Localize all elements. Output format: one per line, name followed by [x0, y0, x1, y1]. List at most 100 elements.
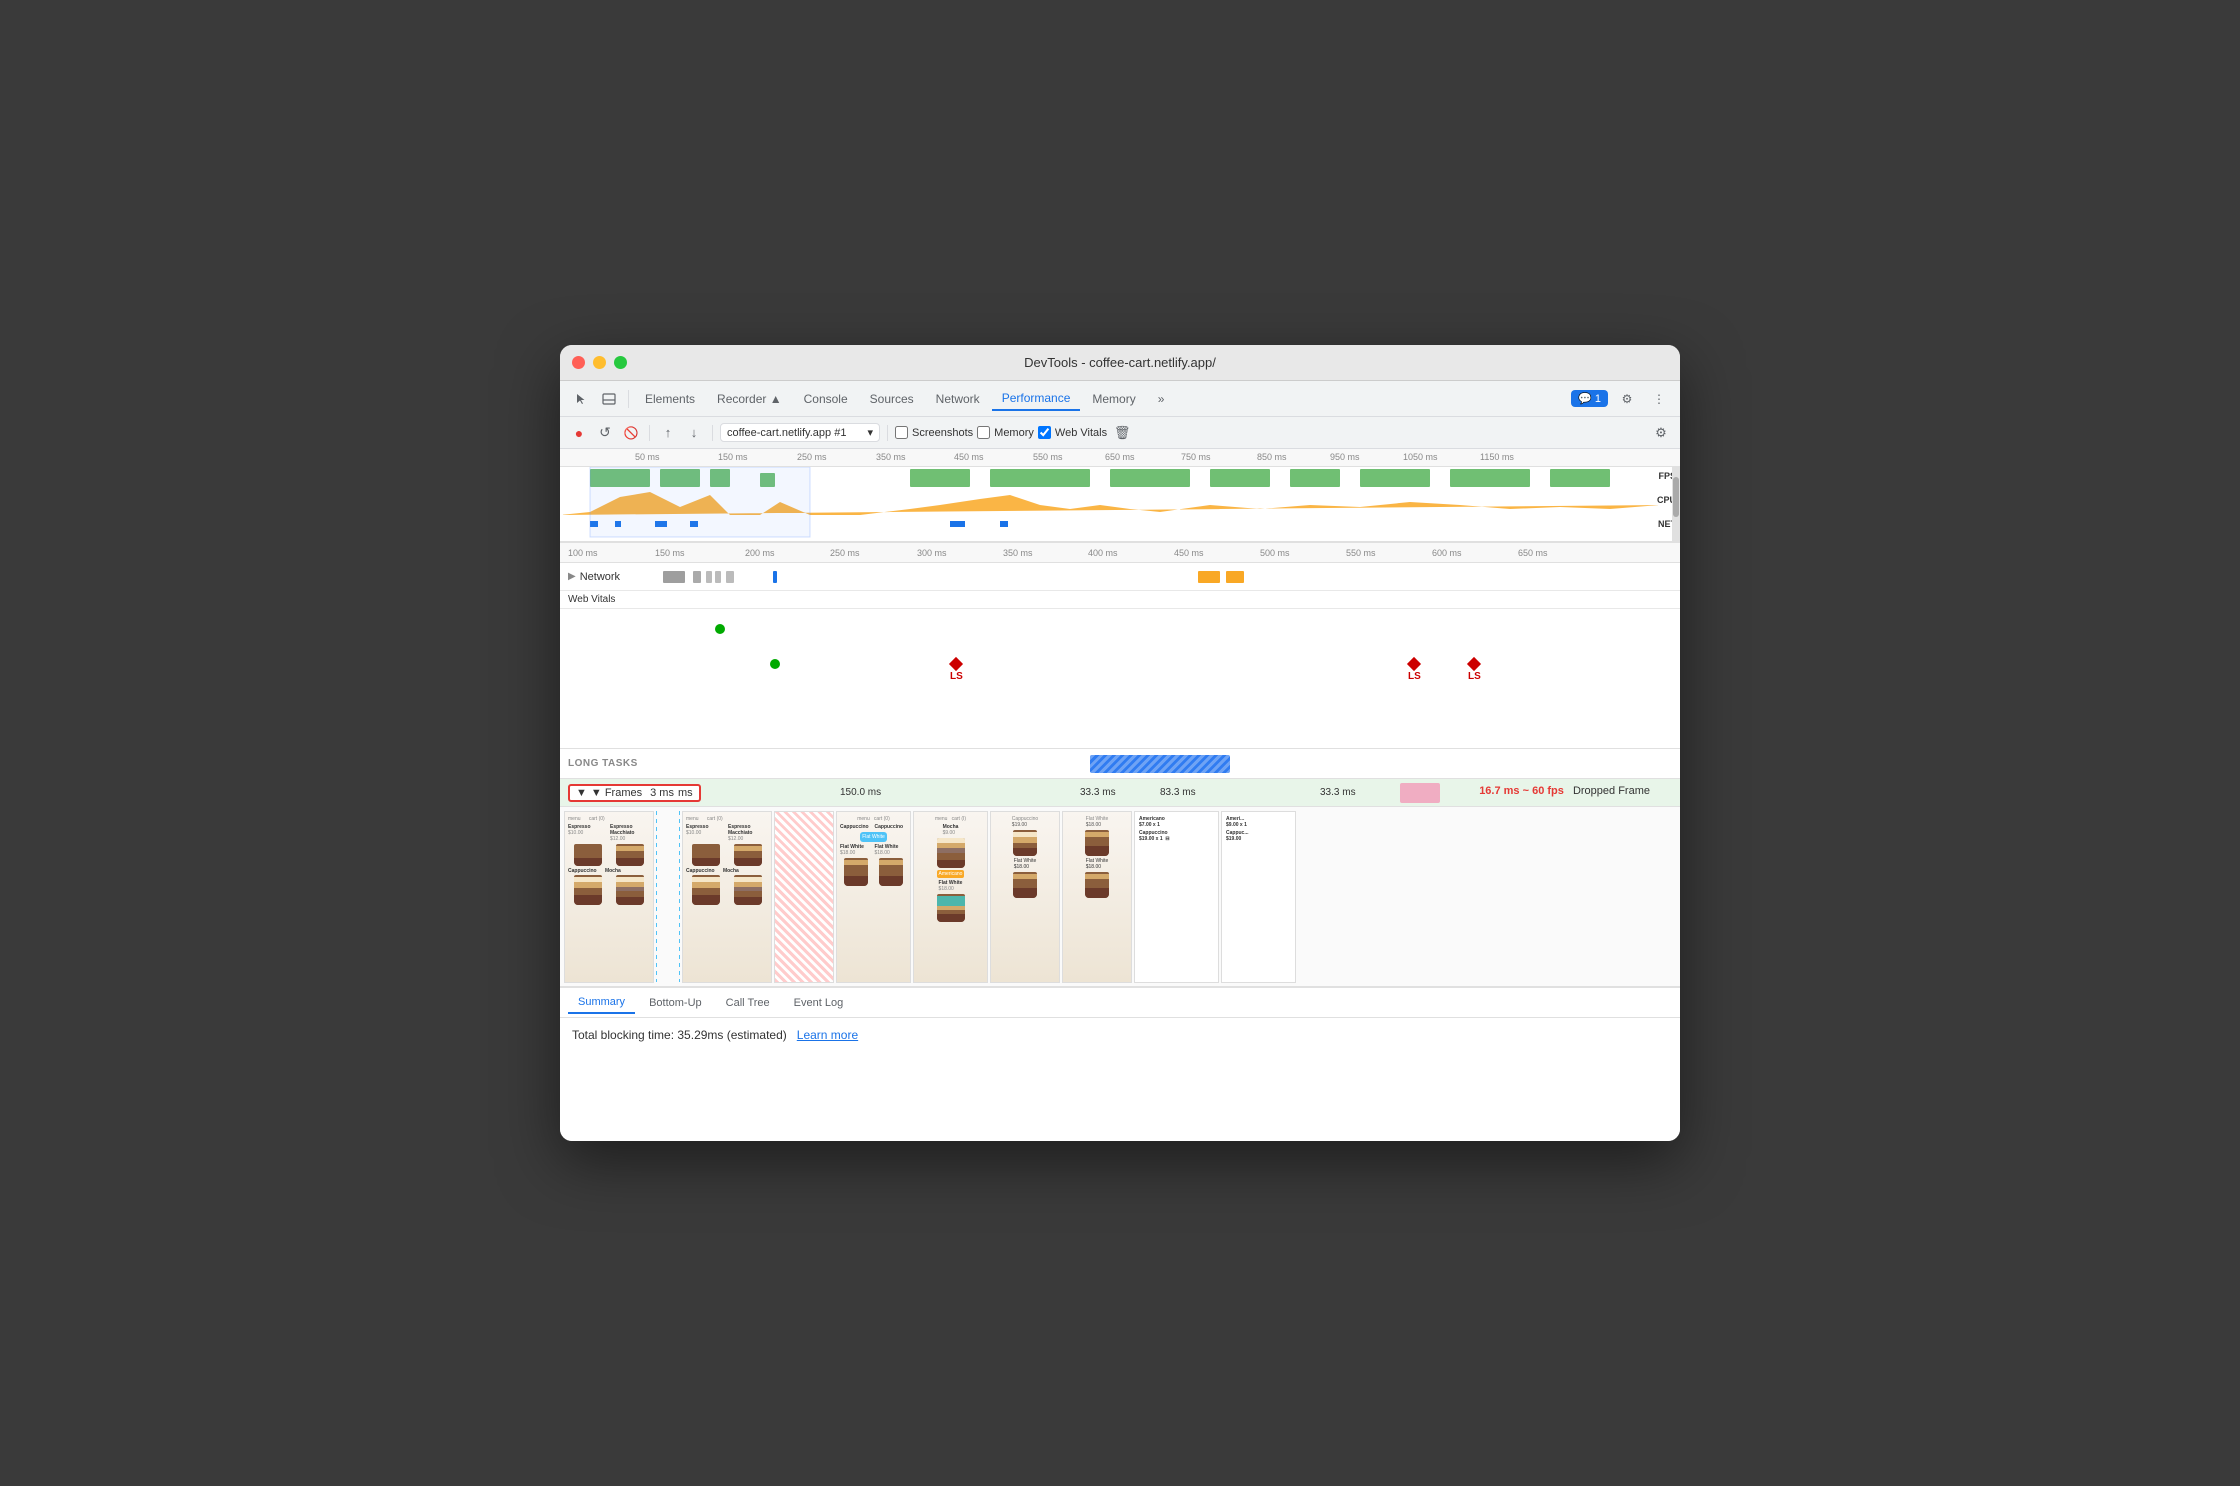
performance-toolbar: ● ↺ 🚫 ↑ ↓ coffee-cart.netlify.app #1 ▾ S… [560, 417, 1680, 449]
settings-icon[interactable]: ⚙ [1614, 386, 1640, 412]
net-req-4 [715, 571, 721, 583]
tab-network[interactable]: Network [926, 388, 990, 410]
screenshot-cart[interactable]: Americano$7.00 x 1 Cappuccino$19.00 x 1 … [1134, 811, 1219, 983]
chat-badge: 1 [1595, 393, 1601, 405]
window-title: DevTools - coffee-cart.netlify.app/ [1024, 355, 1216, 370]
screenshot-cart2[interactable]: Ameri...$9.00 x 1 Cappuc...$19.00 [1221, 811, 1296, 983]
net-req-8 [1226, 571, 1244, 583]
screenshots-checkbox[interactable] [895, 426, 908, 439]
upload-button[interactable]: ↑ [657, 422, 679, 444]
screenshots-checkbox-label[interactable]: Screenshots [895, 426, 973, 439]
tab-call-tree[interactable]: Call Tree [716, 993, 780, 1013]
clear-button[interactable]: 🚫 [620, 422, 642, 444]
memory-checkbox-label[interactable]: Memory [977, 426, 1034, 439]
frame-time-4: 33.3 ms [1320, 787, 1356, 798]
tab-separator [628, 390, 629, 408]
d-tick-250: 250 ms [830, 548, 860, 558]
screenshot-loading[interactable] [774, 811, 834, 983]
cursor-icon[interactable] [568, 386, 594, 412]
overview-ruler: 50 ms 150 ms 250 ms 350 ms 450 ms 550 ms… [560, 449, 1680, 467]
tab-performance[interactable]: Performance [992, 387, 1081, 411]
menu-icon[interactable]: ⋮ [1646, 386, 1672, 412]
frames-ms: 3 ms [650, 787, 674, 799]
frames-label-text: ▼ Frames [591, 787, 642, 799]
frame-time-3: 83.3 ms [1160, 787, 1196, 798]
ls-text-1: LS [950, 671, 963, 682]
web-vitals-checkbox[interactable] [1038, 426, 1051, 439]
d-tick-350: 350 ms [1003, 548, 1033, 558]
maximize-button[interactable] [614, 356, 627, 369]
network-expand-icon[interactable]: ▶ [568, 571, 576, 582]
tab-console[interactable]: Console [794, 388, 858, 410]
timeline-marker-2 [679, 811, 680, 982]
ls-text-3: LS [1468, 671, 1481, 682]
memory-checkbox[interactable] [977, 426, 990, 439]
overview-scroll-thumb[interactable] [1673, 477, 1679, 517]
screenshot-5[interactable]: Cappuccino$19.00 Flat White$18.00 [990, 811, 1060, 983]
web-vitals-label: Web Vitals [568, 594, 615, 605]
ruler-tick-850: 850 ms [1257, 452, 1287, 462]
url-selector[interactable]: coffee-cart.netlify.app #1 ▾ [720, 423, 880, 442]
minimize-button[interactable] [593, 356, 606, 369]
long-tasks-label: LONG TASKS [568, 758, 638, 769]
tab-event-log[interactable]: Event Log [784, 993, 854, 1013]
ls-diamond-2 [1407, 657, 1421, 671]
close-button[interactable] [572, 356, 585, 369]
reload-button[interactable]: ↺ [594, 422, 616, 444]
toolbar-sep-3 [887, 425, 888, 441]
overview-scrollbar[interactable] [1672, 467, 1680, 541]
tab-more[interactable]: » [1148, 388, 1175, 410]
web-vitals-row: Web Vitals [560, 591, 1680, 609]
frame-time-1: 150.0 ms [840, 787, 881, 798]
tab-summary[interactable]: Summary [568, 992, 635, 1014]
thumb-inner-5: Cappuccino$19.00 Flat White$18.00 [991, 812, 1059, 982]
dropped-frame-text: 16.7 ms ~ 60 fps Dropped Frame [1479, 785, 1650, 797]
frames-label[interactable]: ▼ ▼ Frames 3 ms ms [568, 784, 701, 802]
network-label-text: Network [580, 571, 620, 583]
frames-expand-icon: ▼ [576, 787, 587, 799]
screenshot-1[interactable]: menu cart (0) Espresso$10.00 Espresso Ma… [564, 811, 654, 983]
tab-memory[interactable]: Memory [1082, 388, 1145, 410]
dropped-label: Dropped Frame [1573, 785, 1650, 797]
network-section-label[interactable]: ▶ Network [568, 571, 658, 583]
learn-more-link[interactable]: Learn more [797, 1028, 858, 1042]
screenshot-3[interactable]: menu cart (0) Cappuccino Cappuccino Flat… [836, 811, 911, 983]
web-vitals-checkbox-label[interactable]: Web Vitals [1038, 426, 1107, 439]
frames-section: ▼ ▼ Frames 3 ms ms 150.0 ms 33.3 ms 83.3… [560, 779, 1680, 807]
ruler-tick-1150: 1150 ms [1480, 452, 1514, 462]
ruler-tick-150: 150 ms [718, 452, 748, 462]
toolbar-sep-2 [712, 425, 713, 441]
net-req-5 [726, 571, 734, 583]
dock-icon[interactable] [596, 386, 622, 412]
analysis-tabs: Summary Bottom-Up Call Tree Event Log [560, 988, 1680, 1018]
ruler-tick-250: 250 ms [797, 452, 827, 462]
screenshot-4[interactable]: menu cart (I) Mocha$9.00 Americano Flat … [913, 811, 988, 983]
download-button[interactable]: ↓ [683, 422, 705, 444]
ruler-tick-1050: 1050 ms [1403, 452, 1438, 462]
tab-sources[interactable]: Sources [860, 388, 924, 410]
net-req-1 [663, 571, 685, 583]
tab-elements[interactable]: Elements [635, 388, 705, 410]
chat-button[interactable]: 💬 1 [1571, 390, 1608, 407]
frames-ms-unit: ms [678, 787, 693, 799]
net-req-2 [693, 571, 701, 583]
screenshot-6[interactable]: Flat White$18.00 Flat White$18.00 [1062, 811, 1132, 983]
long-tasks-section: LONG TASKS [560, 749, 1680, 779]
dropped-fps-text: 16.7 ms ~ 60 fps [1479, 785, 1564, 797]
ruler-tick-550: 550 ms [1033, 452, 1063, 462]
timeline-marker-1 [656, 811, 657, 982]
ls-diamond-3 [1467, 657, 1481, 671]
toolbar-settings-button[interactable]: ⚙ [1650, 422, 1672, 444]
devtools-panel: Elements Recorder ▲ Console Sources Netw… [560, 381, 1680, 1141]
trash-button[interactable]: 🗑 [1111, 422, 1133, 444]
tab-recorder[interactable]: Recorder ▲ [707, 388, 792, 410]
screenshot-2[interactable]: menu cart (0) Espresso$10.00 Espresso Ma… [682, 811, 772, 983]
chat-icon: 💬 [1578, 392, 1592, 405]
tab-bar: Elements Recorder ▲ Console Sources Netw… [560, 381, 1680, 417]
tab-bottom-up[interactable]: Bottom-Up [639, 993, 712, 1013]
record-button[interactable]: ● [568, 422, 590, 444]
toolbar-end: ⚙ [1650, 422, 1672, 444]
vitals-area [615, 591, 1672, 608]
ruler-tick-50: 50 ms [635, 452, 660, 462]
thumb-inner-1: menu cart (0) Espresso$10.00 Espresso Ma… [565, 812, 653, 982]
